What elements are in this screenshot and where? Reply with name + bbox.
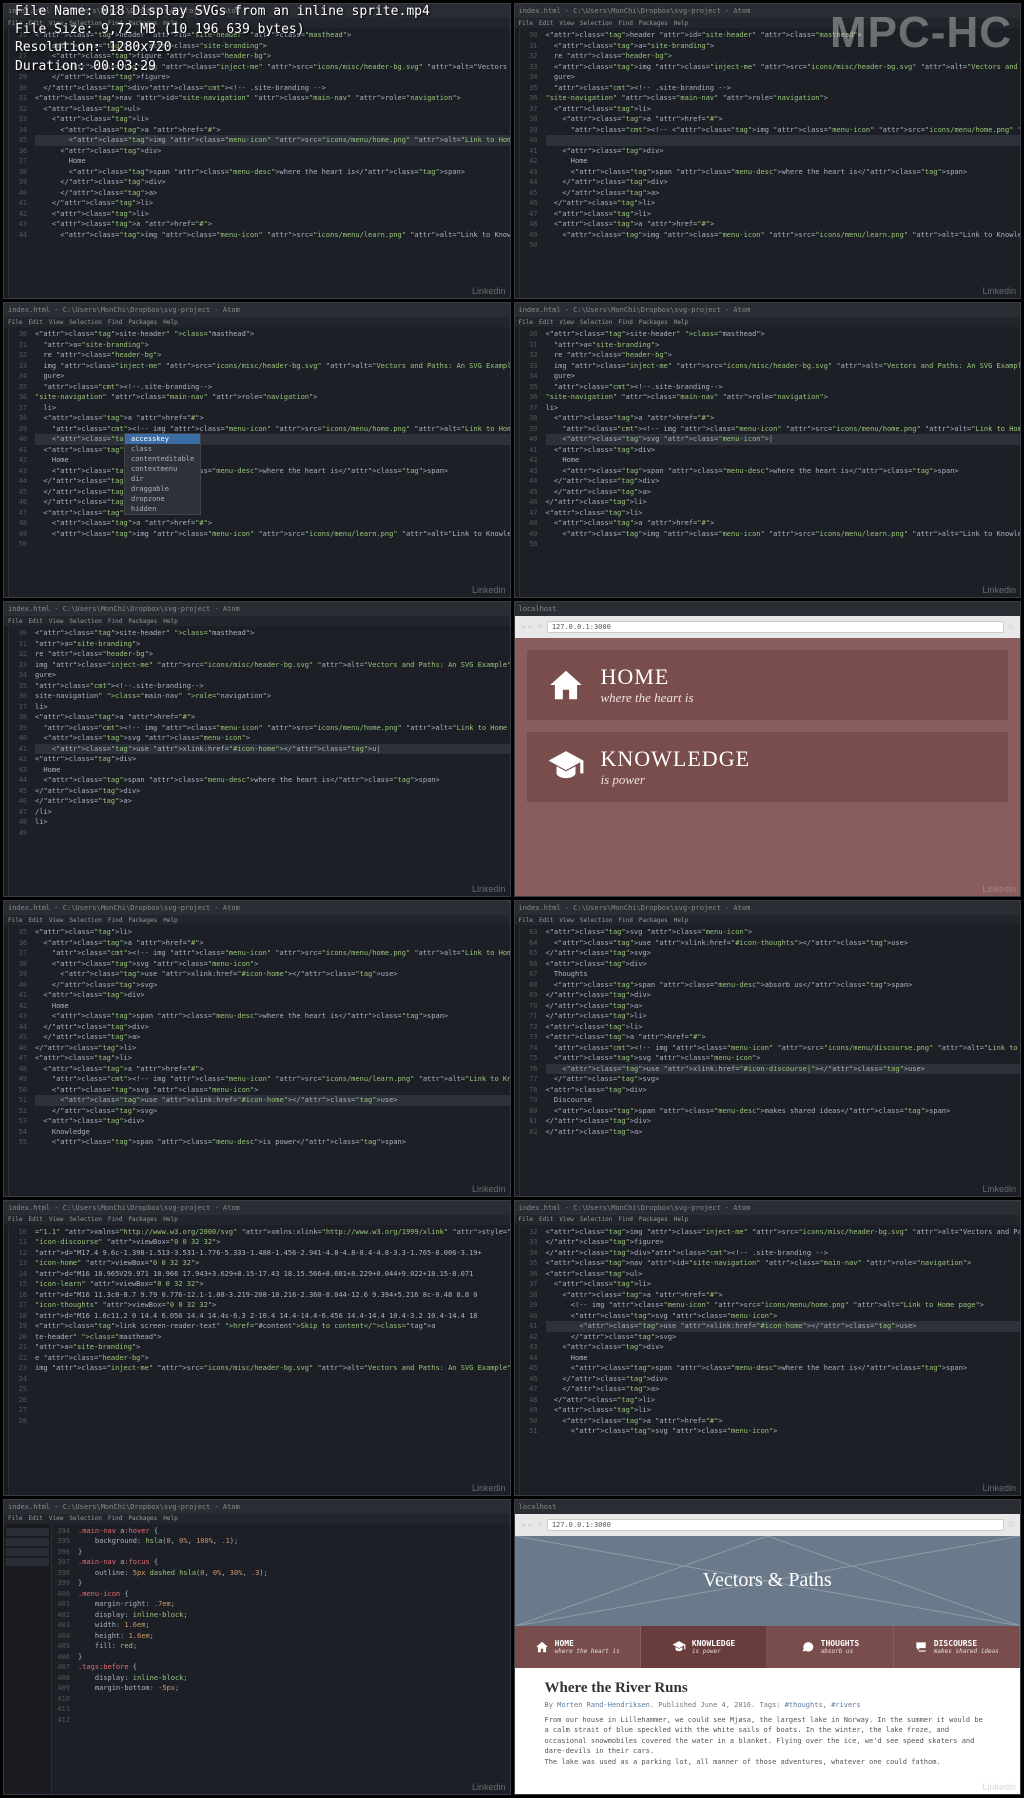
mpc-watermark: MPC-HC xyxy=(830,8,1012,58)
window-titlebar: index.html - C:\Users\MonChi\Dropbox\svg… xyxy=(4,1201,510,1215)
nav-item-thoughts[interactable]: THOUGHTSabsorb us xyxy=(767,1626,893,1668)
thumb-12-browser: localhost ◄ ► ⟳ 127.0.0.1:3000 ☰ Vectors & Pa… xyxy=(514,1499,1022,1795)
menubar[interactable]: FileEditViewSelectionFindPackagesHelp xyxy=(4,1514,510,1524)
code-editor[interactable]: 3031323334353637383940414243444546474849… xyxy=(9,327,510,597)
back-icon: ◄ xyxy=(521,623,525,631)
linkedin-watermark: Linkedin xyxy=(472,1184,506,1194)
forward-icon: ► xyxy=(529,1521,533,1529)
menubar[interactable]: FileEditViewSelectionFindPackagesHelp xyxy=(4,1215,510,1225)
autocomplete-popup[interactable]: accesskeyclasscontenteditablecontextmenu… xyxy=(124,433,201,515)
thumb-6-browser: localhost ◄ ► ⟳ 127.0.0.1:3000 ☰ HOMEwhere th… xyxy=(514,601,1022,897)
tag-link[interactable]: #rivers xyxy=(831,1701,861,1709)
linkedin-watermark: Linkedin xyxy=(982,585,1016,595)
linkedin-watermark: Linkedin xyxy=(982,1483,1016,1493)
thumb-4: index.html - C:\Users\MonChi\Dropbox\svg… xyxy=(514,302,1022,598)
file-tree[interactable] xyxy=(4,1524,52,1794)
author-link[interactable]: Morten Rand-Hendriksen xyxy=(557,1701,650,1709)
thumb-9: index.html - C:\Users\MonChi\Dropbox\svg… xyxy=(3,1200,511,1496)
article: Where the River Runs By Morten Rand-Hend… xyxy=(515,1668,1021,1780)
menubar[interactable]: FileEditViewSelectionFindPackagesHelp xyxy=(4,616,510,626)
browser-toolbar[interactable]: ◄ ► ⟳ 127.0.0.1:3000 ☰ xyxy=(515,1514,1021,1536)
window-titlebar: index.html - C:\Users\MonChi\Dropbox\svg… xyxy=(515,1201,1021,1215)
graduation-icon xyxy=(547,748,585,786)
window-titlebar: index.html - C:\Users\MonChi\Dropbox\svg… xyxy=(515,901,1021,915)
browser-toolbar[interactable]: ◄ ► ⟳ 127.0.0.1:3000 ☰ xyxy=(515,616,1021,638)
menu-icon: ☰ xyxy=(1008,1521,1014,1529)
code-editor[interactable]: 3943953963973983994004014024034044054064… xyxy=(52,1524,510,1794)
window-titlebar: index.html - C:\Users\MonChi\Dropbox\svg… xyxy=(515,303,1021,317)
thumb-8: index.html - C:\Users\MonChi\Dropbox\svg… xyxy=(514,900,1022,1196)
nav-item-discourse[interactable]: DISCOURSEmakes shared ideas xyxy=(894,1626,1020,1668)
site-header: Vectors & Paths xyxy=(515,1536,1021,1626)
site-nav: HOMEwhere the heart isKNOWLEDGEis powerT… xyxy=(515,1626,1021,1668)
tag-link[interactable]: #thoughts xyxy=(785,1701,823,1709)
menubar[interactable]: FileEditViewSelectionFindPackagesHelp xyxy=(515,317,1021,327)
browser-titlebar: localhost xyxy=(515,602,1021,616)
menu-icon: ☰ xyxy=(1008,623,1014,631)
thumb-3: index.html - C:\Users\MonChi\Dropbox\svg… xyxy=(3,302,511,598)
linkedin-watermark: Linkedin xyxy=(472,286,506,296)
code-editor[interactable]: 10111213141516171819202122232425262728="… xyxy=(9,1225,510,1495)
thumb-5: index.html - C:\Users\MonChi\Dropbox\svg… xyxy=(3,601,511,897)
code-editor[interactable]: 6364656667686970717273747576777879808182… xyxy=(520,925,1021,1195)
menubar[interactable]: FileEditViewSelectionFindPackagesHelp xyxy=(515,915,1021,925)
nav-item-home[interactable]: HOMEwhere the heart is xyxy=(515,1626,641,1668)
window-titlebar: index.html - C:\Users\MonChi\Dropbox\svg… xyxy=(4,602,510,616)
back-icon: ◄ xyxy=(521,1521,525,1529)
code-editor[interactable]: 3233343536373839404142434445464748495051… xyxy=(520,1225,1021,1495)
nav-item-knowledge[interactable]: KNOWLEDGEis power xyxy=(641,1626,767,1668)
file-info-overlay: File Name: 018 Display SVGs from an inli… xyxy=(15,3,430,76)
nav-knowledge-card[interactable]: KNOWLEDGEis power xyxy=(527,732,1009,802)
article-title: Where the River Runs xyxy=(545,1680,991,1697)
thumb-7: index.html - C:\Users\MonChi\Dropbox\svg… xyxy=(3,900,511,1196)
window-titlebar: index.html - C:\Users\MonChi\Dropbox\svg… xyxy=(4,303,510,317)
linkedin-watermark: Linkedin xyxy=(982,286,1016,296)
linkedin-watermark: Linkedin xyxy=(472,884,506,894)
code-editor[interactable]: 3536373839404142434445464748495051525354… xyxy=(9,925,510,1195)
linkedin-watermark: Linkedin xyxy=(982,884,1016,894)
linkedin-watermark: Linkedin xyxy=(472,585,506,595)
code-editor[interactable]: 3031323334353637383940414243444546474849… xyxy=(520,28,1021,298)
menubar[interactable]: FileEditViewSelectionFindPackagesHelp xyxy=(515,1215,1021,1225)
menubar[interactable]: FileEditViewSelectionFindPackagesHelp xyxy=(4,317,510,327)
address-bar[interactable]: 127.0.0.1:3000 xyxy=(547,621,1004,633)
linkedin-watermark: Linkedin xyxy=(982,1184,1016,1194)
thumb-10: index.html - C:\Users\MonChi\Dropbox\svg… xyxy=(514,1200,1022,1496)
home-icon xyxy=(547,666,585,704)
reload-icon: ⟳ xyxy=(537,1521,543,1529)
window-titlebar: index.html - C:\Users\MonChi\Dropbox\svg… xyxy=(4,1500,510,1514)
code-editor[interactable]: 3031323334353637383940414243444546474849… xyxy=(9,626,510,896)
thumb-11: index.html - C:\Users\MonChi\Dropbox\svg… xyxy=(3,1499,511,1795)
forward-icon: ► xyxy=(529,623,533,631)
address-bar[interactable]: 127.0.0.1:3000 xyxy=(547,1519,1004,1531)
code-editor[interactable]: 3031323334353637383940414243444546474849… xyxy=(520,327,1021,597)
reload-icon: ⟳ xyxy=(537,623,543,631)
browser-titlebar: localhost xyxy=(515,1500,1021,1514)
linkedin-watermark: Linkedin xyxy=(472,1483,506,1493)
menubar[interactable]: FileEditViewSelectionFindPackagesHelp xyxy=(4,915,510,925)
linkedin-watermark: Linkedin xyxy=(982,1782,1016,1792)
nav-home-card[interactable]: HOMEwhere the heart is xyxy=(527,650,1009,720)
linkedin-watermark: Linkedin xyxy=(472,1782,506,1792)
window-titlebar: index.html - C:\Users\MonChi\Dropbox\svg… xyxy=(4,901,510,915)
